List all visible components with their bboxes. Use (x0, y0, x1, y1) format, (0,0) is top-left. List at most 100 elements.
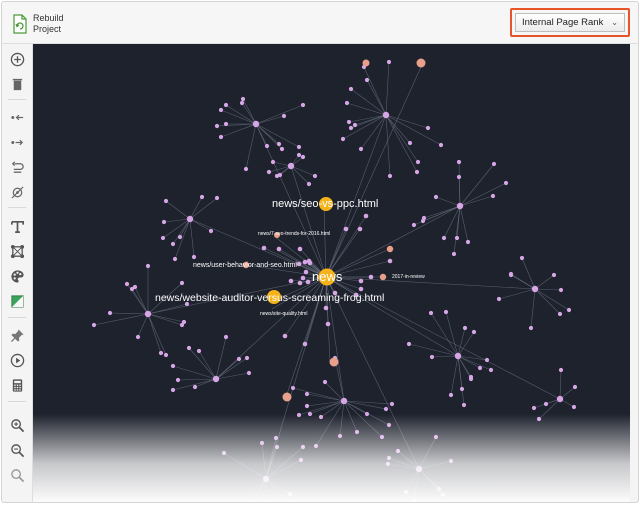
leaf-node[interactable] (386, 59, 392, 65)
leaf-node[interactable] (145, 263, 151, 269)
leaf-node[interactable] (276, 141, 282, 147)
hub-node[interactable] (456, 202, 464, 210)
leaf-node[interactable] (557, 311, 563, 317)
leaf-node[interactable] (496, 296, 502, 302)
leaf-node[interactable] (468, 374, 474, 380)
leaf-node[interactable] (163, 352, 169, 358)
leaf-node[interactable] (558, 287, 564, 293)
leaf-node[interactable] (383, 406, 389, 412)
leaf-node[interactable] (223, 102, 229, 108)
hub-node[interactable] (252, 120, 260, 128)
news-child-node[interactable] (307, 260, 313, 266)
leaf-node[interactable] (456, 159, 462, 165)
leaf-node[interactable] (158, 350, 164, 356)
leaf-node[interactable] (415, 159, 421, 165)
leaf-node[interactable] (566, 307, 572, 313)
news-child-node[interactable] (358, 278, 364, 284)
leaf-node[interactable] (461, 402, 467, 408)
leaf-node[interactable] (358, 146, 364, 152)
pin-button[interactable] (8, 326, 26, 344)
leaf-node[interactable] (236, 356, 242, 362)
color-toggle-button[interactable] (8, 292, 26, 310)
leaf-node[interactable] (456, 174, 462, 180)
hub-node[interactable] (186, 215, 194, 223)
graph-canvas[interactable]: news/seo-vs-ppc.html news/7-seo-trends-f… (33, 44, 630, 502)
leaf-node[interactable] (312, 173, 318, 179)
leaf-node[interactable] (433, 194, 439, 200)
news-child-node[interactable] (302, 259, 308, 265)
leaf-node[interactable] (223, 121, 229, 127)
leaf-node[interactable] (448, 392, 454, 398)
zoom-in-button[interactable] (8, 416, 26, 434)
leaf-node[interactable] (306, 181, 312, 187)
unlink-button[interactable] (8, 183, 26, 201)
leaf-node[interactable] (208, 228, 214, 234)
news-child-node[interactable] (300, 275, 306, 281)
leaf-node[interactable] (406, 341, 412, 347)
leaf-node[interactable] (451, 251, 457, 257)
leaf-node[interactable] (571, 404, 577, 410)
leaf-node[interactable] (170, 387, 176, 393)
leaf-node[interactable] (181, 319, 187, 325)
leaf-node[interactable] (558, 367, 564, 373)
leaf-node[interactable] (352, 122, 358, 128)
page-node[interactable] (362, 59, 370, 67)
leaf-node[interactable] (304, 403, 310, 409)
leaf-node[interactable] (503, 180, 509, 186)
news-child-node[interactable] (297, 246, 303, 252)
news-child-node[interactable] (305, 279, 311, 285)
leaf-node[interactable] (364, 77, 370, 83)
leaf-node[interactable] (239, 100, 245, 106)
leaf-node[interactable] (348, 125, 354, 131)
leaf-node[interactable] (196, 348, 202, 354)
news-child-node[interactable] (368, 274, 374, 280)
hub-node[interactable] (287, 162, 295, 170)
leaf-node[interactable] (199, 194, 205, 200)
leaf-node[interactable] (477, 365, 483, 371)
leaf-node[interactable] (107, 310, 113, 316)
news-child-node[interactable] (276, 246, 282, 252)
leaf-node[interactable] (429, 354, 435, 360)
leaf-node[interactable] (348, 86, 354, 92)
leaf-node[interactable] (296, 144, 302, 150)
leaf-node[interactable] (218, 134, 224, 140)
news-child-node[interactable] (296, 261, 302, 267)
fit-nodes-button[interactable] (8, 242, 26, 260)
leaf-node[interactable] (214, 195, 220, 201)
leaf-node[interactable] (411, 222, 417, 228)
leaf-node[interactable] (425, 125, 431, 131)
leaf-node[interactable] (471, 329, 477, 335)
hub-node[interactable] (556, 395, 564, 403)
leaf-node[interactable] (484, 357, 490, 363)
leaf-node[interactable] (264, 143, 270, 149)
leaf-node[interactable] (344, 100, 350, 106)
leaf-node[interactable] (177, 234, 183, 240)
leaf-node[interactable] (132, 284, 138, 290)
leaf-node[interactable] (572, 384, 578, 390)
view-select[interactable]: Internal Page Rank ⌄ (515, 13, 625, 32)
leaf-node[interactable] (551, 272, 557, 278)
leaf-node[interactable] (322, 379, 328, 385)
leaf-node[interactable] (223, 334, 229, 340)
leaf-node[interactable] (490, 193, 496, 199)
hub-node[interactable] (212, 375, 220, 383)
leaf-node[interactable] (454, 235, 460, 241)
news-child-node[interactable] (323, 305, 329, 311)
leaf-node[interactable] (543, 401, 549, 407)
leaf-node[interactable] (244, 355, 250, 361)
leaf-node[interactable] (243, 166, 249, 172)
leaf-node[interactable] (214, 123, 220, 129)
leaf-node[interactable] (135, 334, 141, 340)
leaf-node[interactable] (340, 136, 346, 142)
leaf-node[interactable] (277, 172, 283, 178)
leaf-node[interactable] (191, 254, 197, 260)
leaf-node[interactable] (407, 140, 413, 146)
leaf-node[interactable] (290, 385, 296, 391)
leaf-node[interactable] (459, 386, 465, 392)
hub-node[interactable] (531, 285, 539, 293)
leaf-node[interactable] (266, 169, 272, 175)
play-button[interactable] (8, 351, 26, 369)
leaf-node[interactable] (421, 215, 427, 221)
leaf-node[interactable] (218, 107, 224, 113)
leaf-node[interactable] (160, 235, 166, 241)
